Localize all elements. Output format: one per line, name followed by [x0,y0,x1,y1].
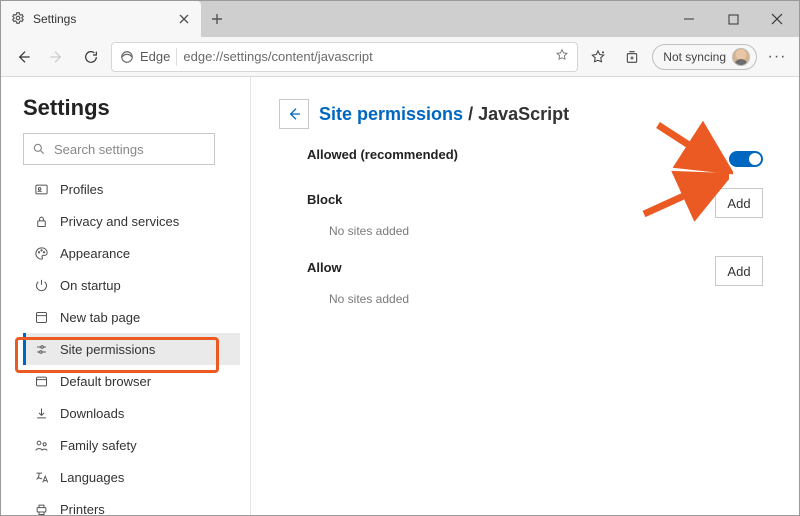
block-empty-text: No sites added [329,224,771,238]
settings-heading: Settings [23,95,240,121]
family-icon [32,438,50,453]
breadcrumb-sep: / [463,104,478,124]
breadcrumb: Site permissions / JavaScript [319,104,569,125]
sidebar-item-label: Languages [60,470,124,485]
allow-label: Allow [307,260,342,275]
sliders-icon [32,342,50,357]
content-pane: Site permissions / JavaScript Allowed (r… [251,77,799,515]
browser-icon [32,374,50,389]
sidebar-item-label: Profiles [60,182,103,197]
sidebar-item-label: On startup [60,278,121,293]
sidebar-item-downloads[interactable]: Downloads [23,397,240,429]
breadcrumb-leaf: JavaScript [478,104,569,124]
search-settings-input[interactable]: Search settings [23,133,215,165]
new-tab-button[interactable] [201,1,233,37]
breadcrumb-parent-link[interactable]: Site permissions [319,104,463,124]
power-icon [32,278,50,293]
toolbar: Edge edge://settings/content/javascript … [1,37,799,77]
favorite-star-icon[interactable] [555,48,569,65]
section-block: Block Add No sites added [307,188,771,238]
address-url: edge://settings/content/javascript [183,49,549,64]
sidebar-item-label: Family safety [60,438,137,453]
sidebar-item-label: Privacy and services [60,214,179,229]
allow-add-button[interactable]: Add [715,256,763,286]
gear-icon [11,11,25,28]
printer-icon [32,502,50,516]
language-icon [32,470,50,485]
sidebar-item-appearance[interactable]: Appearance [23,237,240,269]
page-icon [32,310,50,325]
body: Settings Search settings Profiles Privac… [1,77,799,515]
sidebar-item-label: New tab page [60,310,140,325]
add-label: Add [727,264,750,279]
sidebar-item-privacy[interactable]: Privacy and services [23,205,240,237]
profile-button[interactable]: Not syncing [652,44,757,70]
section-allow: Allow Add No sites added [307,256,771,306]
address-bar[interactable]: Edge edge://settings/content/javascript [111,42,578,72]
sidebar-item-label: Appearance [60,246,130,261]
close-window-button[interactable] [755,1,799,37]
row-block: Block Add [307,188,771,218]
sidebar-item-startup[interactable]: On startup [23,269,240,301]
sidebar: Settings Search settings Profiles Privac… [1,77,251,515]
download-icon [32,406,50,421]
sidebar-item-profiles[interactable]: Profiles [23,173,240,205]
sidebar-item-site-permissions[interactable]: Site permissions [23,333,240,365]
favorites-button[interactable] [584,43,612,71]
sidebar-item-printers[interactable]: Printers [23,493,240,515]
minimize-button[interactable] [667,1,711,37]
content-back-button[interactable] [279,99,309,129]
sidebar-item-newtab[interactable]: New tab page [23,301,240,333]
titlebar: Settings [1,1,799,37]
allow-empty-text: No sites added [329,292,771,306]
palette-icon [32,246,50,261]
titlebar-spacer [233,1,667,37]
collections-button[interactable] [618,43,646,71]
nav-forward-button [43,43,71,71]
nav-back-button[interactable] [9,43,37,71]
edge-identity: Edge [120,49,170,64]
window-root: Settings [0,0,800,516]
close-tab-button[interactable] [177,12,191,26]
avatar-icon [732,48,750,66]
allowed-toggle[interactable] [729,151,763,167]
block-label: Block [307,192,342,207]
more-menu-button[interactable]: ··· [763,43,791,71]
tab-title: Settings [33,12,169,26]
sidebar-item-label: Site permissions [60,342,155,357]
profile-card-icon [32,182,50,197]
search-icon [32,142,46,156]
search-placeholder: Search settings [54,142,144,157]
sync-label: Not syncing [663,50,726,64]
sidebar-item-family[interactable]: Family safety [23,429,240,461]
sidebar-item-languages[interactable]: Languages [23,461,240,493]
edge-label: Edge [140,49,170,64]
addr-divider [176,48,177,66]
sidebar-item-label: Printers [60,502,105,516]
settings-nav: Profiles Privacy and services Appearance… [23,173,240,515]
sidebar-item-label: Default browser [60,374,151,389]
maximize-button[interactable] [711,1,755,37]
section-allowed: Allowed (recommended) [307,147,771,170]
window-controls [667,1,799,37]
sidebar-item-default-browser[interactable]: Default browser [23,365,240,397]
refresh-button[interactable] [77,43,105,71]
allowed-label: Allowed (recommended) [307,147,458,162]
lock-icon [32,214,50,229]
row-allow: Allow Add [307,256,771,286]
add-label: Add [727,196,750,211]
breadcrumb-row: Site permissions / JavaScript [279,99,771,129]
sidebar-item-label: Downloads [60,406,124,421]
row-allowed-toggle: Allowed (recommended) [307,147,771,170]
browser-tab[interactable]: Settings [1,1,201,37]
block-add-button[interactable]: Add [715,188,763,218]
edge-icon [120,50,134,64]
